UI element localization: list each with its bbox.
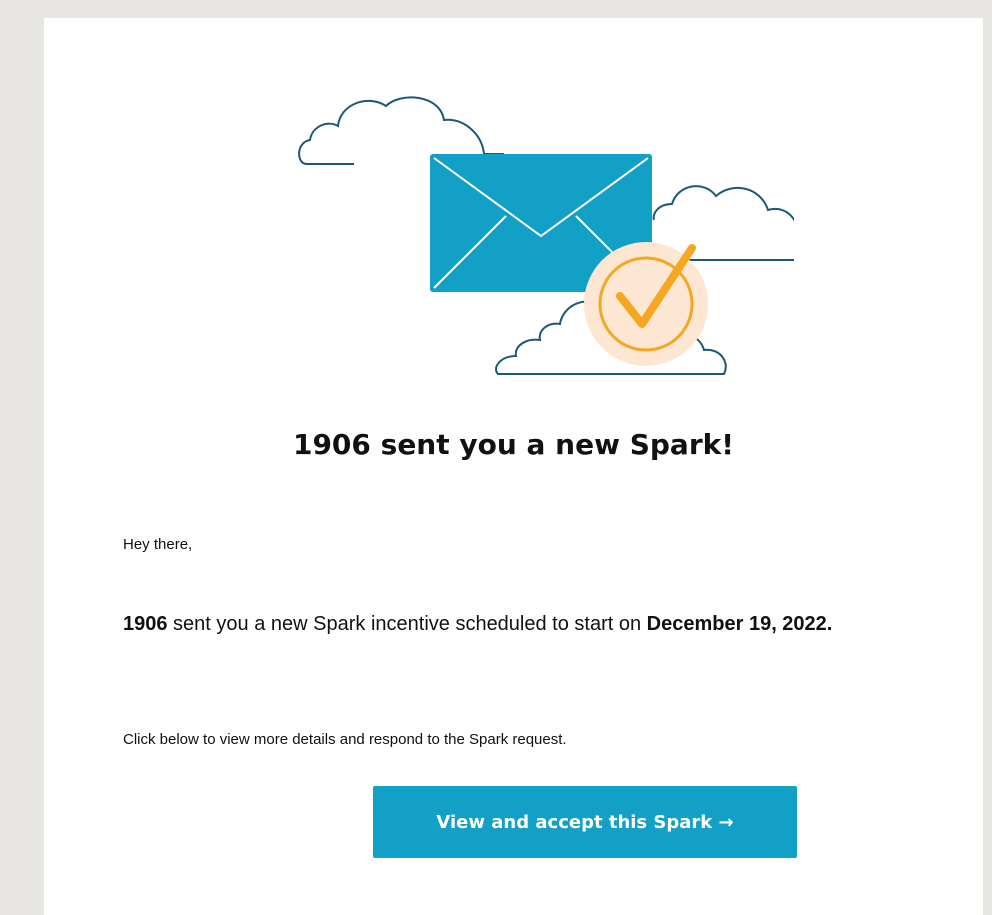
message-text: 1906 sent you a new Spark incentive sche… [123,608,992,640]
start-date: December 19, 2022. [646,613,833,635]
email-sent-illustration [298,96,794,375]
message-body: sent you a new Spark incentive scheduled… [167,613,647,635]
greeting-text: Hey there, [123,536,193,553]
sender-name: 1906 [123,613,168,635]
email-card: 1906 sent you a new Spark! Hey there, 19… [44,18,983,915]
instruction-text: Click below to view more details and res… [123,731,567,748]
email-headline: 1906 sent you a new Spark! [292,428,735,461]
checkmark-badge-icon [584,242,708,366]
view-accept-spark-button[interactable]: View and accept this Spark → [373,786,797,858]
